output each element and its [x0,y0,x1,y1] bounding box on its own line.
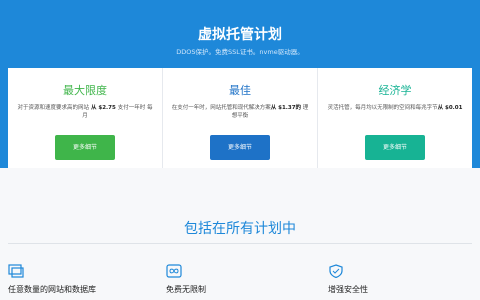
plan-price: 从 $2.75 [89,105,118,111]
plan-price: 从 $1.37的 [270,105,302,111]
plan-desc-text: 对于资源和速度要求高的网站 [17,105,90,111]
page-title: 虚拟托管计划 [198,27,282,43]
plan-price: 从 $0.01 [437,105,463,111]
plan-description: 在支付一年时，网站托管和现代解决方案从 $1.37的 理想平衡 [171,104,309,122]
window-icon [8,264,24,278]
more-details-button[interactable]: 更多细节 [365,135,425,160]
shield-icon [329,264,343,278]
feature-label: 任意数量的网站和数据库 [8,285,96,294]
divider [8,243,472,244]
feature-security: 增强安全性 [328,264,468,295]
plan-name: 经济学 [378,84,412,97]
plan-card-max: 最大限度 对于资源和速度要求高的网站 从 $2.75 支付一年时 每月 更多细节 [8,68,163,168]
plan-name: 最大限度 [63,84,107,97]
plan-desc-text: 灵活托管，每月均以无限制的空间和每兆字节 [327,105,438,111]
plan-description: 对于资源和速度要求高的网站 从 $2.75 支付一年时 每月 [16,104,154,122]
hero-subtitle: DDOS保护。免费SSL证书。nvme驱动器。 [176,48,304,56]
plan-name: 最佳 [229,84,251,97]
more-details-button[interactable]: 更多细节 [55,135,115,160]
feature-websites: 任意数量的网站和数据库 [8,264,148,295]
feature-label: 免费无限制 [166,285,206,294]
plan-desc-text: 在支付一年时，网站托管和现代解决方案 [171,105,271,111]
more-details-button[interactable]: 更多细节 [210,135,270,160]
plan-cards: 最大限度 对于资源和速度要求高的网站 从 $2.75 支付一年时 每月 更多细节… [8,68,472,168]
plan-card-economy: 经济学 灵活托管，每月均以无限制的空间和每兆字节从 $0.01 更多细节 [318,68,472,168]
plan-card-best: 最佳 在支付一年时，网站托管和现代解决方案从 $1.37的 理想平衡 更多细节 [163,68,318,168]
infinity-icon [166,264,182,278]
feature-unlimited: 免费无限制 [166,264,306,295]
feature-label: 增强安全性 [328,285,368,294]
plan-description: 灵活托管，每月均以无限制的空间和每兆字节从 $0.01 [326,104,464,122]
features-title: 包括在所有计划中 [184,221,296,237]
